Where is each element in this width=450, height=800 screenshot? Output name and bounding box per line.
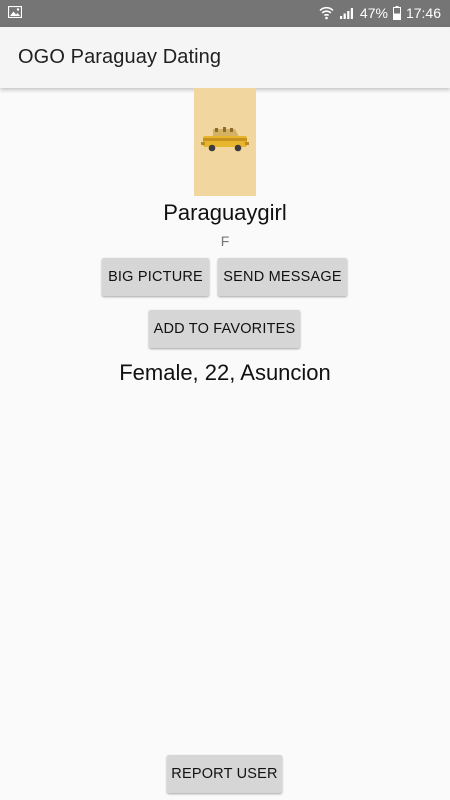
- battery-icon: [392, 6, 401, 20]
- wifi-icon: [319, 6, 334, 20]
- big-picture-button[interactable]: BIG PICTURE: [102, 258, 209, 296]
- app-bar: OGO Paraguay Dating: [0, 27, 450, 88]
- report-user-button[interactable]: REPORT USER: [167, 755, 282, 793]
- send-message-button[interactable]: SEND MESSAGE: [218, 258, 347, 296]
- battery-percent: 47%: [359, 5, 388, 21]
- profile-gender-letter: F: [220, 233, 230, 249]
- taxi-car-icon: [201, 127, 249, 152]
- profile-info: Female, 22, Asuncion: [119, 360, 331, 385]
- profile-photo[interactable]: [194, 88, 256, 196]
- app-title: OGO Paraguay Dating: [18, 46, 222, 68]
- signal-icon: [339, 8, 353, 19]
- image-icon: [8, 6, 22, 18]
- add-to-favorites-button[interactable]: ADD TO FAVORITES: [149, 310, 300, 348]
- status-indicators: 47% 17:46: [319, 4, 441, 22]
- profile-username: Paraguaygirl: [163, 200, 287, 225]
- status-bar: 47% 17:46: [0, 0, 450, 27]
- clock: 17:46: [405, 5, 441, 21]
